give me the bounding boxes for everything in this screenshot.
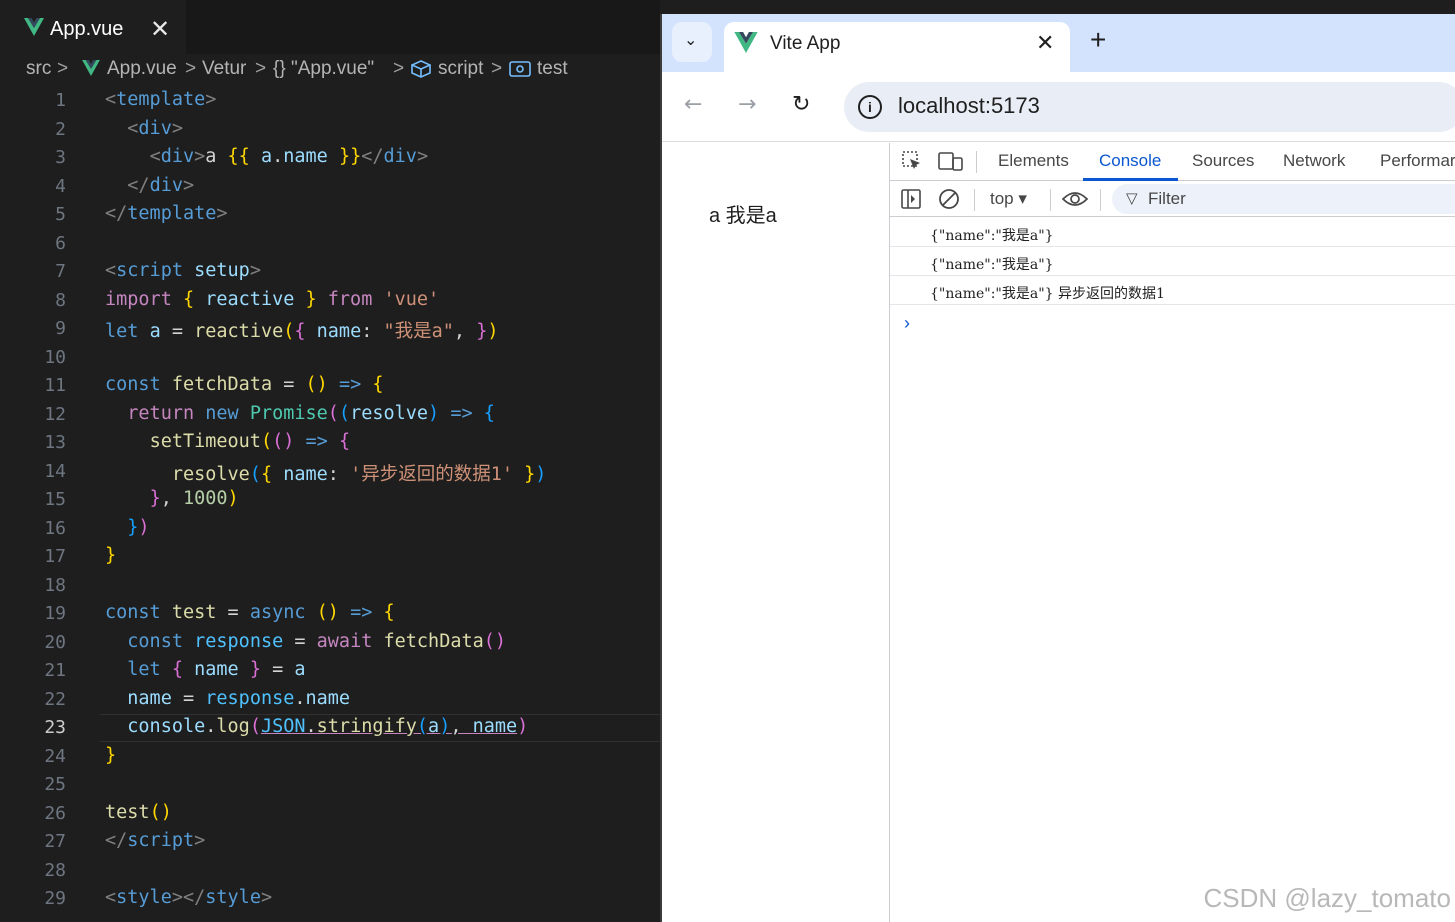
code-line: 29 <style></style> — [44, 887, 273, 909]
code-line: 17} — [44, 545, 117, 567]
code-line: 5 </template> — [55, 203, 228, 225]
code-line: 20 const response = await fetchData() — [44, 630, 507, 653]
tab-console[interactable]: Console — [1099, 151, 1161, 171]
console-prompt[interactable]: › — [904, 313, 910, 334]
filter-input[interactable]: ▽ Filter — [1112, 184, 1455, 214]
divider — [1050, 189, 1051, 211]
chevron-right-icon: > — [393, 58, 405, 79]
back-arrow-icon[interactable]: ← — [684, 92, 702, 117]
breadcrumb-item-script[interactable]: script — [438, 58, 483, 80]
url-text[interactable]: localhost:5173 — [898, 93, 1040, 119]
close-icon[interactable]: ✕ — [1036, 31, 1054, 56]
code-line: 6 — [55, 232, 66, 254]
breadcrumb-item-vetur[interactable]: Vetur — [202, 58, 246, 80]
code-line: 14 resolve({ name: '异步返回的数据1' }) — [44, 460, 547, 485]
tab-search-button[interactable]: ⌄ — [672, 22, 712, 62]
vue-file-icon — [82, 60, 100, 82]
code-line: 15 }, 1000) — [44, 488, 239, 510]
new-tab-button[interactable]: + — [1090, 24, 1106, 56]
editor-tab-label: App.vue — [50, 18, 124, 40]
watermark: CSDN @lazy_tomato — [1203, 883, 1451, 913]
breadcrumb-item-test[interactable]: test — [537, 58, 568, 80]
vue-file-icon — [24, 18, 44, 36]
tab-sources[interactable]: Sources — [1192, 151, 1254, 171]
chevron-down-icon: ⌄ — [684, 30, 698, 49]
breadcrumb: src > App.vue > Vetur > {} "App.vue" > s… — [0, 56, 660, 86]
editor-tab-app-vue[interactable]: App.vue ✕ — [0, 0, 186, 54]
code-line: 28 — [44, 859, 66, 881]
code-line: 16 }) — [44, 516, 150, 539]
devtools-tab-bar: Elements Console Sources Network Perform… — [890, 143, 1455, 181]
devtools-panel: Elements Console Sources Network Perform… — [889, 143, 1455, 922]
variable-icon — [509, 61, 531, 83]
browser-tab-title: Vite App — [770, 33, 841, 54]
divider — [974, 189, 975, 211]
chevron-right-icon: > — [491, 58, 503, 79]
divider — [976, 151, 977, 173]
code-line: 13 setTimeout(() => { — [44, 431, 351, 453]
editor-tab-bar: App.vue ✕ — [0, 0, 660, 54]
chevron-right-icon: > — [255, 58, 267, 79]
address-bar[interactable]: i localhost:5173 — [844, 82, 1455, 132]
code-line: 4 </div> — [55, 174, 195, 197]
console-message: {"name":"我是a"} 异步返回的数据1 — [890, 276, 1455, 305]
page-viewport: a 我是a — [662, 143, 889, 922]
page-text: a 我是a — [709, 205, 777, 227]
divider — [1100, 189, 1101, 211]
code-line: 26 test() — [44, 801, 172, 824]
code-line: 19 const test = async () => { — [44, 602, 395, 624]
tab-elements[interactable]: Elements — [998, 151, 1069, 171]
code-line: 25 — [44, 774, 66, 795]
cube-icon — [410, 60, 432, 84]
device-toggle-icon[interactable] — [938, 149, 964, 177]
code-line: 27 </script> — [44, 830, 206, 852]
filter-icon: ▽ — [1126, 189, 1138, 207]
console-message: {"name":"我是a"} — [890, 218, 1455, 247]
code-editor[interactable]: App.vue ✕ src > App.vue > Vetur > {} "Ap… — [0, 0, 660, 922]
context-selector[interactable]: top ▾ — [990, 189, 1027, 209]
browser-tab-strip: ⌄ Vite App ✕ + — [662, 14, 1455, 72]
browser-toolbar: ← → ↻ i localhost:5173 — [662, 72, 1455, 142]
code-line: 9 let a = reactive({ name: "我是a", }) — [55, 318, 499, 342]
chevron-right-icon: > — [185, 58, 197, 79]
info-icon[interactable]: i — [858, 95, 882, 119]
code-line: 2 <div> — [55, 117, 183, 140]
code-line: 18 — [44, 574, 66, 596]
tab-performance[interactable]: Performar — [1380, 151, 1455, 171]
breadcrumb-item-src[interactable]: src — [26, 58, 51, 80]
code-line: 8 import { reactive } from 'vue' — [55, 288, 440, 311]
filter-placeholder: Filter — [1148, 189, 1186, 208]
tab-network[interactable]: Network — [1283, 151, 1345, 171]
code-line: 11 const fetchData = () => { — [44, 374, 384, 396]
eye-icon[interactable] — [1061, 189, 1089, 213]
clear-console-icon[interactable] — [938, 188, 960, 214]
code-line: 12 return new Promise((resolve) => { — [44, 402, 495, 425]
close-icon[interactable]: ✕ — [150, 15, 170, 44]
code-line: 24} — [44, 744, 117, 767]
inspect-element-icon[interactable] — [900, 149, 924, 177]
code-line: 22 name = response.name — [44, 687, 351, 710]
chevron-right-icon: > — [57, 58, 69, 79]
code-line: 21 let { name } = a — [44, 659, 306, 681]
breadcrumb-item-module[interactable]: {} "App.vue" — [273, 58, 374, 80]
code-line: 3 <div>a {{ a.name }}</div> — [55, 146, 429, 168]
code-line: 7 <script setup> — [55, 260, 261, 282]
browser-tab[interactable]: Vite App ✕ — [724, 22, 1070, 72]
code-line: 10 — [44, 346, 66, 368]
sidebar-toggle-icon[interactable] — [900, 188, 922, 214]
console-toolbar: top ▾ ▽ Filter — [890, 181, 1455, 217]
vue-favicon-icon — [734, 32, 758, 53]
code-line-current: 23 console.log(JSON.stringify(a), name) — [0, 714, 660, 743]
console-message: {"name":"我是a"} — [890, 247, 1455, 276]
reload-icon[interactable]: ↻ — [792, 92, 810, 117]
browser-window: ⌄ Vite App ✕ + ← → ↻ i localhost:5173 a … — [660, 14, 1455, 922]
code-line: 1 <template> — [55, 89, 217, 111]
forward-arrow-icon[interactable]: → — [738, 92, 756, 117]
breadcrumb-item-app-vue[interactable]: App.vue — [107, 58, 177, 80]
